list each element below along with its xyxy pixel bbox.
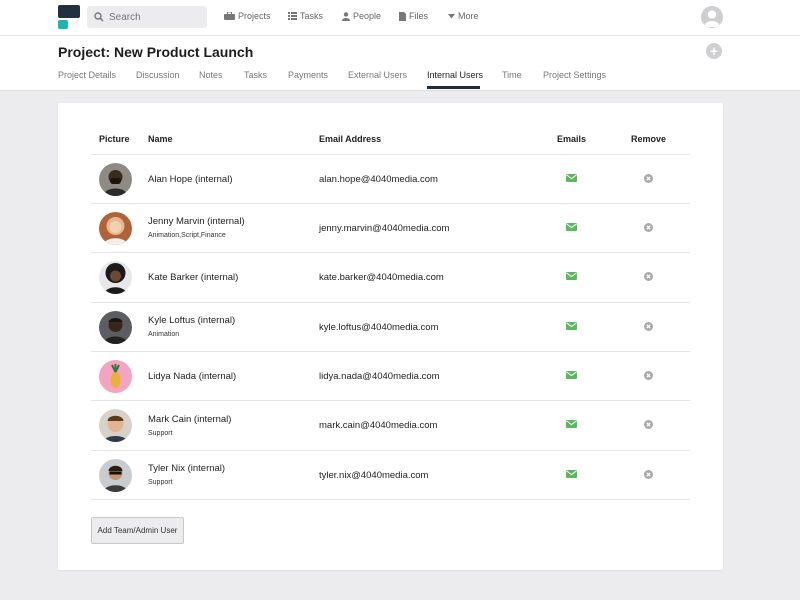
search-icon [94,12,104,22]
user-name: Tyler Nix (internal) [148,463,226,474]
envelope-icon[interactable] [566,322,577,330]
tab-notes[interactable]: Notes [199,70,223,80]
user-tags: Animation [148,331,180,338]
row-divider [91,302,690,303]
avatar [99,459,132,492]
user-name: Alan Hope (internal) [148,174,233,185]
nav-projects-label: Projects [238,11,271,21]
avatar [99,360,132,393]
user-email: alan.hope@4040media.com [319,174,438,185]
remove-circle-icon[interactable] [644,371,653,380]
user-email: lidya.nada@4040media.com [319,371,440,382]
envelope-icon[interactable] [566,223,577,231]
column-header-picture: Picture [99,134,130,144]
user-email: tyler.nix@4040media.com [319,470,429,481]
tab-time[interactable]: Time [502,70,522,80]
project-header: Project: New Product Launch + Project De… [0,36,800,91]
row-divider [91,203,690,204]
column-header-name: Name [148,134,173,144]
user-avatar-icon[interactable] [701,6,723,28]
row-divider [91,450,690,451]
row-divider [91,351,690,352]
remove-circle-icon[interactable] [644,223,653,232]
user-name: Lidya Nada (internal) [148,371,237,382]
envelope-icon[interactable] [566,420,577,428]
avatar [99,163,132,196]
header-divider [91,154,690,155]
remove-circle-icon[interactable] [644,322,653,331]
column-header-remove: Remove [631,134,667,144]
avatar [99,261,132,294]
user-name: Kate Barker (internal) [148,272,239,283]
nav-more[interactable]: More [448,11,479,21]
remove-circle-icon[interactable] [644,272,653,281]
caret-down-icon [448,13,455,18]
user-tags: Support [148,479,173,486]
file-icon [399,11,406,21]
person-icon [342,11,350,21]
nav-more-label: More [458,11,479,21]
nav-files[interactable]: Files [399,11,428,21]
remove-circle-icon[interactable] [644,174,653,183]
row-divider [91,252,690,253]
user-email: kyle.loftus@4040media.com [319,322,439,333]
envelope-icon[interactable] [566,371,577,379]
user-email: jenny.marvin@4040media.com [319,223,450,234]
column-header-emails: Emails [557,134,587,144]
user-email: mark.cain@4040media.com [319,420,438,431]
nav-tasks[interactable]: Tasks [288,11,323,21]
nav-files-label: Files [409,11,429,21]
logo-block-teal [58,20,68,29]
app-logo[interactable] [58,5,80,29]
column-header-email: Email Address [319,134,382,144]
tab-external-users[interactable]: External Users [348,70,407,80]
nav-projects[interactable]: Projects [224,11,271,21]
envelope-icon[interactable] [566,470,577,478]
tab-project-details[interactable]: Project Details [58,70,116,80]
user-tags: Support [148,430,173,437]
nav-tasks-label: Tasks [300,11,324,21]
active-tab-indicator [427,86,480,89]
envelope-icon[interactable] [566,174,577,182]
search-box[interactable] [87,6,207,28]
page-title: Project: New Product Launch [58,44,254,60]
envelope-icon[interactable] [566,272,577,280]
avatar [99,409,132,442]
row-divider [91,400,690,401]
nav-people-label: People [353,11,382,21]
row-divider [91,499,690,500]
logo-block-dark [58,5,80,18]
tab-payments[interactable]: Payments [288,70,328,80]
top-navigation-bar: Projects Tasks People Files More [0,0,800,36]
user-email: kate.barker@4040media.com [319,272,444,283]
user-name: Jenny Marvin (internal) [148,216,245,227]
avatar [99,311,132,344]
briefcase-icon [224,12,235,20]
search-input[interactable] [109,11,204,23]
tab-project-settings[interactable]: Project Settings [543,70,606,80]
tab-discussion[interactable]: Discussion [136,70,180,80]
tab-internal-users[interactable]: Internal Users [427,70,483,80]
user-name: Kyle Loftus (internal) [148,315,236,326]
user-tags: Animation,Script,Finance [148,232,226,239]
plus-circle-icon[interactable]: + [706,43,722,59]
remove-circle-icon[interactable] [644,470,653,479]
tab-tasks[interactable]: Tasks [244,70,267,80]
user-name: Mark Cain (internal) [148,414,232,425]
remove-circle-icon[interactable] [644,420,653,429]
nav-people[interactable]: People [342,11,381,21]
add-team-admin-user-button[interactable]: Add Team/Admin User [91,517,184,544]
list-icon [288,12,297,20]
avatar [99,212,132,245]
